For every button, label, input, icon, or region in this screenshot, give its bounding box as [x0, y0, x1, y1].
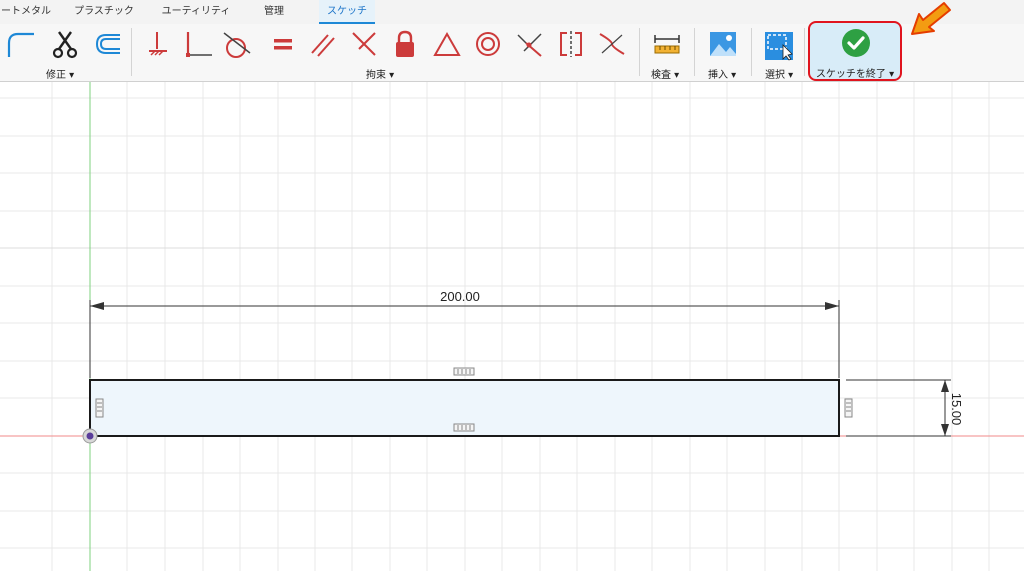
perpendicular-icon — [186, 32, 212, 57]
parallel-icon — [311, 34, 335, 57]
window-select-tool[interactable] — [764, 26, 794, 66]
tangent-icon — [223, 32, 251, 58]
vertical-constraint-glyph-left[interactable] — [95, 398, 104, 418]
curvature-constraint[interactable] — [597, 24, 627, 64]
lock-icon — [396, 30, 414, 57]
offset-icon — [95, 34, 120, 54]
perpendicular-constraint[interactable] — [183, 24, 213, 64]
sketch-canvas[interactable]: 200.00 15.00 — [0, 82, 1024, 571]
insert-group-label[interactable]: 挿入 ▾ — [708, 66, 736, 81]
select-window-icon — [765, 32, 793, 61]
ribbon-toolbar: 修正 ▾ 拘束 ▾ 検査 ▾ 挿入 ▾ 選択 ▾ スケッチを終了 ▾ — [0, 21, 1024, 82]
inspect-group-label[interactable]: 検査 ▾ — [651, 66, 679, 81]
measure-tool[interactable] — [652, 24, 682, 64]
horizontal-constraint-glyph-top[interactable] — [453, 367, 475, 376]
check-icon — [842, 29, 870, 57]
ribbon-separator — [751, 28, 752, 76]
collinear-constraint[interactable] — [514, 24, 544, 64]
coincident-constraint[interactable] — [349, 24, 379, 64]
select-group-label[interactable]: 選択 ▾ — [765, 66, 793, 81]
insert-image-tool[interactable] — [708, 24, 738, 64]
tab-manage[interactable]: 管理 — [252, 0, 296, 24]
origin-point[interactable] — [82, 428, 98, 444]
height-dimension[interactable]: 15.00 — [846, 379, 964, 437]
grid — [0, 82, 1024, 571]
collinear-icon — [517, 33, 542, 57]
tangent-constraint[interactable] — [222, 24, 252, 64]
image-icon — [710, 32, 736, 56]
equal-constraint[interactable] — [268, 24, 298, 64]
concentric-constraint[interactable] — [473, 24, 503, 64]
tab-sketch[interactable]: スケッチ — [319, 0, 375, 24]
equal-icon — [274, 39, 292, 50]
symmetry-icon — [560, 31, 582, 57]
ribbon-separator — [639, 28, 640, 76]
scissors-icon — [52, 31, 78, 59]
ribbon-separator — [131, 28, 132, 76]
triangle-icon — [433, 31, 461, 56]
tab-sheet-metal[interactable]: ートメタル — [0, 0, 52, 24]
finish-sketch-button[interactable]: スケッチを終了 ▾ — [808, 21, 902, 81]
trim-tool[interactable] — [50, 24, 80, 64]
tab-utility[interactable]: ユーティリティ — [156, 0, 236, 24]
fillet-tool[interactable] — [6, 24, 36, 64]
ribbon-separator — [694, 28, 695, 76]
ruler-icon — [654, 35, 680, 54]
parallel-constraint[interactable] — [308, 24, 338, 64]
constraints-group-label[interactable]: 拘束 ▾ — [366, 66, 394, 81]
finish-sketch-label: スケッチを終了 ▾ — [815, 69, 895, 80]
height-dimension-text[interactable]: 15.00 — [949, 393, 964, 426]
concentric-icon — [476, 32, 500, 56]
modify-group-label[interactable]: 修正 ▾ — [46, 66, 74, 81]
symmetry-constraint[interactable] — [556, 24, 586, 64]
fillet-icon — [7, 32, 34, 57]
callout-arrow-icon — [911, 2, 951, 35]
ribbon-separator — [804, 28, 805, 76]
tab-plastic[interactable]: プラスチック — [70, 0, 138, 24]
midpoint-constraint[interactable] — [432, 24, 462, 64]
coincident-icon — [352, 32, 376, 56]
width-dimension-text[interactable]: 200.00 — [440, 289, 480, 304]
horizontal-vertical-icon — [149, 32, 167, 56]
offset-tool[interactable] — [92, 24, 122, 64]
curvature-icon — [599, 33, 625, 55]
fix-constraint[interactable] — [390, 24, 420, 64]
vertical-constraint-glyph-right[interactable] — [844, 398, 853, 418]
horizontal-vertical-constraint[interactable] — [143, 24, 173, 64]
horizontal-constraint-glyph-bottom[interactable] — [453, 423, 475, 432]
